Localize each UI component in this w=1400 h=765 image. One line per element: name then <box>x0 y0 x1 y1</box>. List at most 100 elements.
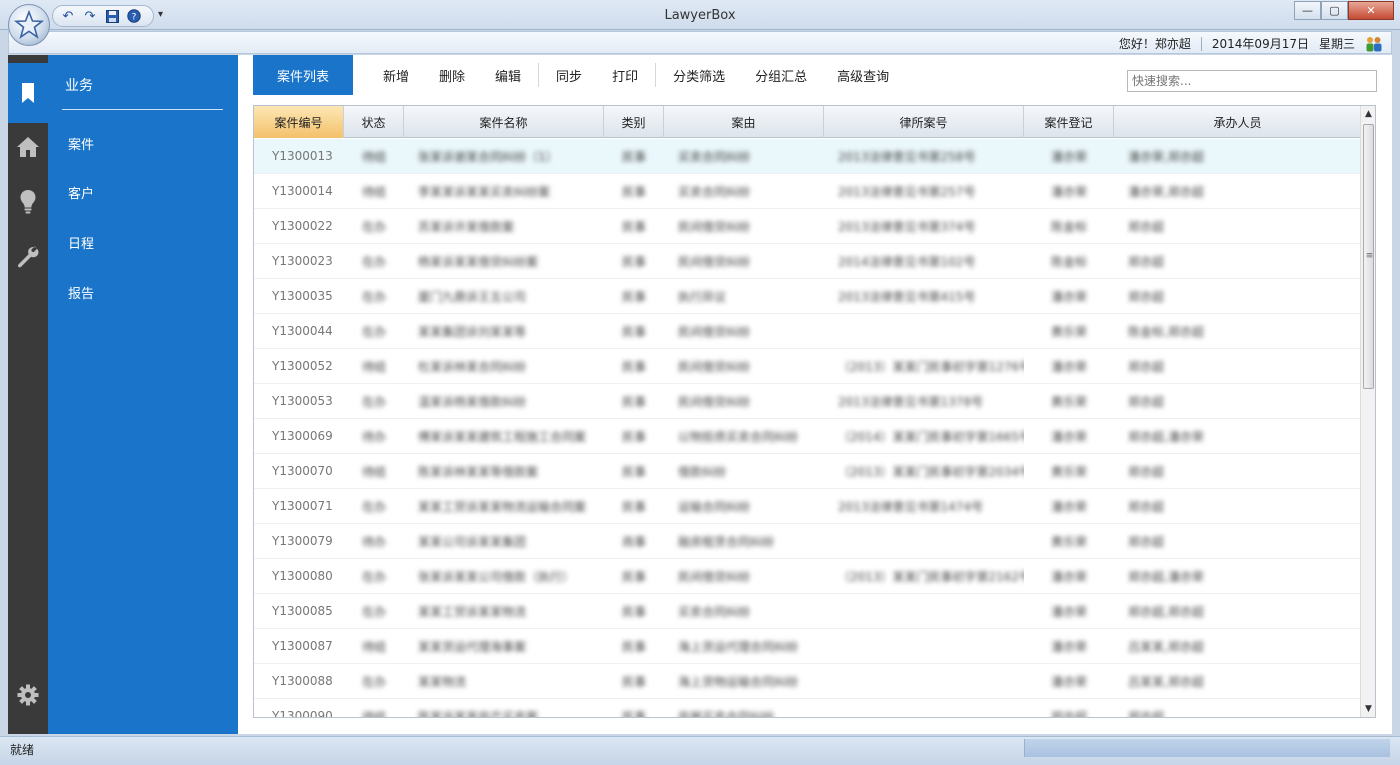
cell-text: 潘亦荣,郑亦超 <box>1128 149 1204 164</box>
group-summary-button[interactable]: 分组汇总 <box>740 66 822 85</box>
table-cell <box>824 664 1024 699</box>
table-row[interactable]: Y1300044 在办 某某集团诉刘某某等 民事 民间借贷纠纷 黄乐荣 陈金标,郑亦超 <box>254 314 1361 349</box>
advanced-search-button[interactable]: 高级查询 <box>822 66 904 85</box>
table-row[interactable]: Y1300053 在办 温某诉杨某借款纠纷 民事 民间借贷纠纷 2013法律意见书第137… <box>254 384 1361 419</box>
scroll-up-icon[interactable]: ▲ <box>1361 106 1375 122</box>
column-header-case-number[interactable]: 案件编号 <box>254 106 344 138</box>
maximize-button[interactable]: ▢ <box>1321 1 1348 20</box>
nav-item-schedule[interactable]: 日程 <box>68 233 94 252</box>
nav-item-reports[interactable]: 报告 <box>68 283 94 302</box>
column-header-cause[interactable]: 案由 <box>664 106 824 138</box>
print-button[interactable]: 打印 <box>597 66 653 85</box>
window-title: LawyerBox <box>664 8 736 23</box>
cell-text: 2013法律意见书第1474号 <box>838 499 984 514</box>
delete-button[interactable]: 删除 <box>424 66 480 85</box>
table-cell: 商事 <box>604 524 664 559</box>
close-button[interactable]: ✕ <box>1348 1 1394 20</box>
cell-text: 2013法律意见书第374号 <box>838 219 976 234</box>
cell-text: 在办 <box>361 254 386 269</box>
column-header-category[interactable]: 类别 <box>604 106 664 138</box>
table-cell: 民间借贷纠纷 <box>664 559 824 594</box>
rail-item-home[interactable] <box>8 117 48 177</box>
table-cell: 民事 <box>604 209 664 244</box>
scroll-thumb[interactable]: ≡ <box>1363 124 1374 389</box>
table-cell: 郑亦超 <box>1114 279 1361 314</box>
column-header-status[interactable]: 状态 <box>344 106 404 138</box>
cell-text: 买卖合同纠纷 <box>678 184 751 199</box>
cell-text: 郑亦超 <box>1128 219 1165 234</box>
cell-text: 民事 <box>621 149 646 164</box>
cell-text: Y1300071 <box>272 499 333 513</box>
table-cell: 待结 <box>344 174 404 209</box>
users-icon[interactable] <box>1365 36 1383 52</box>
rail-item-settings[interactable] <box>8 665 48 725</box>
column-header-firm-case-number[interactable]: 律所案号 <box>824 106 1024 138</box>
table-cell: 郑亦超,郑亦超 <box>1114 594 1361 629</box>
cell-text: 陈金标 <box>1050 219 1087 234</box>
table-row[interactable]: Y1300052 待结 杜某诉林某合同纠纷 民事 民间借贷纠纷 （2013）某某门民事初字… <box>254 349 1361 384</box>
quick-search-input[interactable] <box>1127 70 1377 92</box>
rail-item-business[interactable] <box>8 63 48 123</box>
table-row[interactable]: Y1300080 在办 张某诉某某公司借款（执行） 民事 民间借贷纠纷 （2013）某某门… <box>254 559 1361 594</box>
table-cell: 借款纠纷 <box>664 454 824 489</box>
greeting-bar: 您好！郑亦超 2014年09月17日 星期三 <box>8 31 1392 54</box>
toolbar-divider <box>538 63 540 87</box>
icon-rail <box>8 55 48 734</box>
cell-text: 某某工贸诉某某物流运输合同案 <box>418 499 587 514</box>
cell-text: Y1300023 <box>272 254 333 268</box>
cell-text: 在办 <box>361 219 386 234</box>
table-cell: 在办 <box>344 314 404 349</box>
app-menu-button[interactable] <box>8 4 50 46</box>
table-row[interactable]: Y1300071 在办 某某工贸诉某某物流运输合同案 民事 运输合同纠纷 2013法律意见… <box>254 489 1361 524</box>
table-row[interactable]: Y1300087 待结 某某货运代理海事案 民事 海上货运代理合同纠纷 潘亦荣 吕某某,郑亦… <box>254 629 1361 664</box>
table-row[interactable]: Y1300014 待结 李某某诉某某买卖纠纷案 民事 买卖合同纠纷 2013法律意见书第2… <box>254 174 1361 209</box>
home-icon <box>17 137 39 157</box>
table-row[interactable]: Y1300088 在办 某某物流 民事 海上货物运输合同纠纷 潘亦荣 吕某某,郑亦超 <box>254 664 1361 699</box>
cell-text: 待结 <box>361 464 386 479</box>
scroll-down-icon[interactable]: ▼ <box>1361 701 1375 717</box>
vertical-scrollbar[interactable]: ▲ ≡ ▼ <box>1360 106 1375 717</box>
table-row[interactable]: Y1300022 在办 苏某诉许某借款案 民事 民间借贷纠纷 2013法律意见书第374号… <box>254 209 1361 244</box>
tab-case-list[interactable]: 案件列表 <box>253 55 353 95</box>
bookmark-icon <box>22 83 34 103</box>
table-row[interactable]: Y1300069 待办 傅某诉某某建筑工程施工合同案 民事 以物抵债买卖合同纠纷 （201… <box>254 419 1361 454</box>
table-cell: 买卖合同纠纷 <box>664 139 824 174</box>
cell-text: 待办 <box>361 429 386 444</box>
table-row[interactable]: Y1300013 待结 张某诉谢某合同纠纷（1） 民事 买卖合同纠纷 2013法律意见书第… <box>254 139 1361 174</box>
add-button[interactable]: 新增 <box>368 66 424 85</box>
cell-text: 2013法律意见书第1378号 <box>838 394 984 409</box>
table-cell: 2013法律意见书第258号 <box>824 139 1024 174</box>
cell-text: Y1300014 <box>272 184 333 198</box>
cell-text: 陈金标 <box>1050 254 1087 269</box>
nav-item-clients[interactable]: 客户 <box>68 183 94 202</box>
nav-item-cases[interactable]: 案件 <box>68 134 94 153</box>
rail-item-tools[interactable] <box>8 227 48 287</box>
cell-text: 2013法律意见书第415号 <box>838 289 976 304</box>
table-row[interactable]: Y1300079 待办 某某公司诉某某集团 商事 融资租赁合同纠纷 黄乐荣 郑亦超 <box>254 524 1361 559</box>
cell-text: Y1300088 <box>272 674 333 688</box>
table-row[interactable]: Y1300070 待结 陈某诉林某某等借款案 民事 借款纠纷 （2013）某某门民事初字第… <box>254 454 1361 489</box>
nav-divider <box>62 109 223 110</box>
minimize-button[interactable]: — <box>1294 1 1321 20</box>
table-row[interactable]: Y1300085 在办 某某工贸诉某某物流 民事 买卖合同纠纷 潘亦荣 郑亦超,郑亦超 <box>254 594 1361 629</box>
column-header-handlers[interactable]: 承办人员 <box>1114 106 1361 138</box>
table-cell: 郑亦超,潘亦荣 <box>1114 559 1361 594</box>
table-row[interactable]: Y1300035 在办 厦门九鼎诉王五公司 民事 执行异议 2013法律意见书第415号 潘… <box>254 279 1361 314</box>
column-header-registrar[interactable]: 案件登记 <box>1024 106 1114 138</box>
table-cell: 执行异议 <box>664 279 824 314</box>
table-row[interactable]: Y1300023 在办 杨某诉某某借贷纠纷案 民事 民间借贷纠纷 2014法律意见书第10… <box>254 244 1361 279</box>
filter-button[interactable]: 分类筛选 <box>658 66 740 85</box>
table-header: 案件编号 状态 案件名称 类别 案由 律所案号 案件登记 承办人员 <box>254 106 1361 138</box>
edit-button[interactable]: 编辑 <box>480 66 536 85</box>
sync-button[interactable]: 同步 <box>541 66 597 85</box>
table-cell: 某某集团诉刘某某等 <box>404 314 604 349</box>
cell-text: 潘亦荣 <box>1050 639 1087 654</box>
rail-item-ideas[interactable] <box>8 172 48 232</box>
column-header-case-name[interactable]: 案件名称 <box>404 106 604 138</box>
table-cell: 以物抵债买卖合同纠纷 <box>664 419 824 454</box>
table-cell: 郑亦超 <box>1114 454 1361 489</box>
table-cell: 民事 <box>604 629 664 664</box>
table-cell: 2014法律意见书第102号 <box>824 244 1024 279</box>
table-cell: 某某工贸诉某某物流 <box>404 594 604 629</box>
table-row[interactable]: Y1300090 待结 陈某诉某某房产买卖案 民事 房屋买卖合同纠纷 郑亦超 郑亦超 <box>254 699 1361 717</box>
